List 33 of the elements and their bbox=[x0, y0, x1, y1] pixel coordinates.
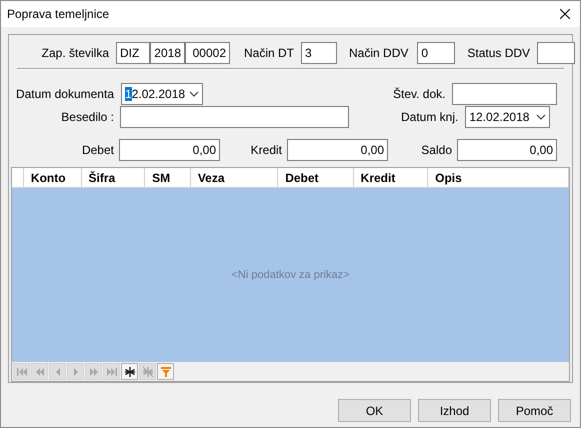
input-field[interactable]: 0 bbox=[417, 42, 456, 64]
field-label: Status DDV bbox=[467, 46, 530, 60]
input-field[interactable]: DIZ bbox=[116, 42, 150, 64]
input-field[interactable]: 00002 bbox=[185, 42, 230, 64]
empty-message: <Ni podatkov za prikaz> bbox=[231, 268, 350, 283]
amount-field[interactable]: 0,00 bbox=[119, 139, 220, 161]
date-picker[interactable]: 12.02.2018 bbox=[465, 106, 550, 128]
amount-field[interactable]: 0,00 bbox=[457, 139, 557, 161]
dialog-button[interactable]: Pomoč bbox=[498, 399, 571, 422]
amount-field[interactable]: 0,00 bbox=[287, 139, 388, 161]
field-label: Štev. dok. bbox=[393, 87, 446, 101]
column-header[interactable]: Šifra bbox=[82, 168, 146, 187]
field-label: Saldo bbox=[420, 142, 452, 159]
field-label: Zap. številka bbox=[40, 45, 109, 62]
field-label: Debet bbox=[80, 142, 114, 159]
dialog-button[interactable]: OK bbox=[338, 399, 411, 422]
input-field[interactable]: 2018 bbox=[150, 42, 185, 64]
input-field[interactable]: 3 bbox=[301, 42, 338, 64]
dialog-button[interactable]: Izhod bbox=[418, 399, 491, 422]
column-header[interactable]: Opis bbox=[428, 168, 570, 187]
field-label: Besedilo : bbox=[60, 109, 114, 126]
column-header[interactable]: Veza bbox=[190, 168, 278, 187]
field-label: Datum knj. bbox=[401, 110, 458, 124]
field-label: Način DDV bbox=[349, 46, 408, 60]
field-label: Način DT bbox=[244, 46, 294, 60]
field-label: Datum dokumenta bbox=[14, 86, 114, 103]
window-title: Poprava temeljnice bbox=[7, 6, 110, 23]
column-header[interactable]: SM bbox=[145, 168, 191, 187]
column-header[interactable]: Konto bbox=[24, 168, 82, 187]
column-header[interactable]: Debet bbox=[278, 168, 354, 187]
date-picker[interactable]: 12.02.2018 bbox=[121, 83, 203, 105]
column-header[interactable]: Kredit bbox=[354, 168, 428, 187]
field-label: Kredit bbox=[250, 142, 282, 159]
